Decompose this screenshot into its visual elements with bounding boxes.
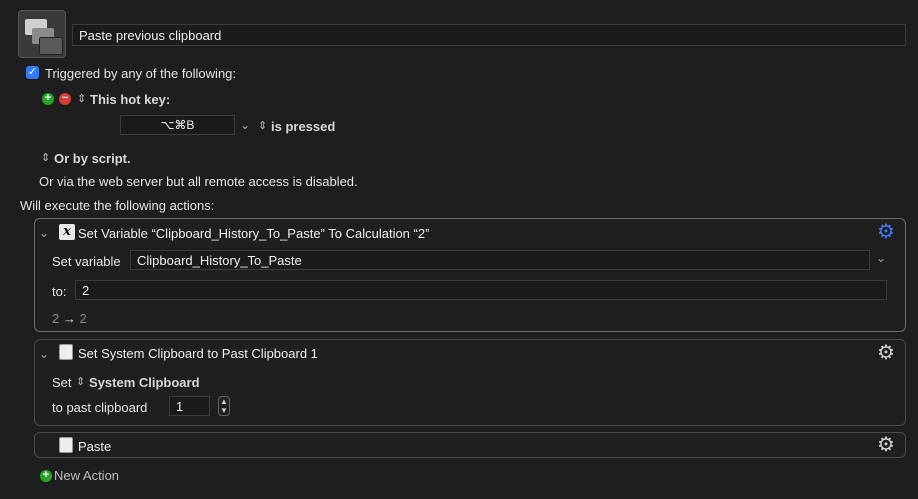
action-title: Paste xyxy=(78,439,112,454)
script-updown-icon[interactable]: ⇕ xyxy=(41,151,50,164)
action-set-variable[interactable]: ⌄ x Set Variable “Clipboard_History_To_P… xyxy=(34,218,906,332)
gear-icon[interactable]: ⚙ xyxy=(877,222,895,242)
clipboard-stack-icon-layer xyxy=(39,37,63,55)
variable-name-field[interactable]: Clipboard_History_To_Paste xyxy=(130,250,870,270)
to-label: to: xyxy=(52,284,67,299)
clipboard-icon xyxy=(59,437,73,453)
past-clipboard-field[interactable]: 1 xyxy=(169,396,210,416)
hotkey-field[interactable]: ⌥⌘B xyxy=(120,115,235,135)
new-action-plus-icon[interactable]: + xyxy=(40,470,52,482)
trigger-label: Triggered by any of the following: xyxy=(45,66,237,81)
clipboard-option-updown-icon[interactable]: ⇕ xyxy=(76,375,85,388)
trigger-checkbox[interactable]: ✓ xyxy=(26,66,39,79)
set-label: Set xyxy=(52,375,72,390)
pressed-updown-icon[interactable]: ⇕ xyxy=(258,119,267,132)
actions-header: Will execute the following actions: xyxy=(20,198,215,213)
past-clipboard-stepper[interactable]: ▲ ▼ xyxy=(218,396,230,416)
hotkey-label: This hot key: xyxy=(90,92,171,107)
preview-input: 2 xyxy=(52,311,60,326)
hotkey-value: ⌥⌘B xyxy=(160,118,195,132)
macro-name-field[interactable]: Paste previous clipboard xyxy=(72,24,906,46)
macro-icon[interactable] xyxy=(18,10,66,58)
remove-trigger-icon[interactable]: − xyxy=(59,93,71,105)
calculation-preview: 2 → 2 xyxy=(52,311,87,326)
web-server-label: Or via the web server but all remote acc… xyxy=(39,174,358,189)
new-action-button[interactable]: New Action xyxy=(54,468,119,483)
pressed-label[interactable]: is pressed xyxy=(271,119,335,134)
action-set-clipboard[interactable]: ⌄ Set System Clipboard to Past Clipboard… xyxy=(34,339,906,426)
add-trigger-icon[interactable]: + xyxy=(42,93,54,105)
script-label[interactable]: Or by script. xyxy=(54,151,131,166)
action-title: Set System Clipboard to Past Clipboard 1 xyxy=(78,346,318,361)
macro-name-text: Paste previous clipboard xyxy=(79,27,222,43)
calculation-x-icon: x xyxy=(59,224,75,240)
past-clipboard-label: to past clipboard xyxy=(52,400,148,415)
variable-dropdown-chevron-icon[interactable]: ⌄ xyxy=(876,251,886,265)
clipboard-icon xyxy=(59,344,73,360)
set-variable-label: Set variable xyxy=(52,254,121,269)
gear-icon[interactable]: ⚙ xyxy=(877,343,895,363)
calculation-field[interactable]: 2 xyxy=(75,280,887,300)
action-title: Set Variable “Clipboard_History_To_Paste… xyxy=(78,226,430,241)
preview-result: 2 xyxy=(79,311,87,326)
action-paste[interactable]: Paste ⚙ xyxy=(34,432,906,458)
collapse-chevron-icon[interactable]: ⌄ xyxy=(39,226,49,240)
trigger-type-updown-icon[interactable]: ⇕ xyxy=(77,92,86,105)
gear-icon[interactable]: ⚙ xyxy=(877,435,895,455)
clipboard-option[interactable]: System Clipboard xyxy=(89,375,200,390)
variable-name-text: Clipboard_History_To_Paste xyxy=(137,252,302,268)
collapse-chevron-icon[interactable]: ⌄ xyxy=(39,347,49,361)
preview-arrow: → xyxy=(62,311,76,326)
calculation-text: 2 xyxy=(82,282,90,298)
hotkey-dropdown-chevron-icon[interactable]: ⌄ xyxy=(240,118,250,132)
past-clipboard-value: 1 xyxy=(176,398,184,414)
